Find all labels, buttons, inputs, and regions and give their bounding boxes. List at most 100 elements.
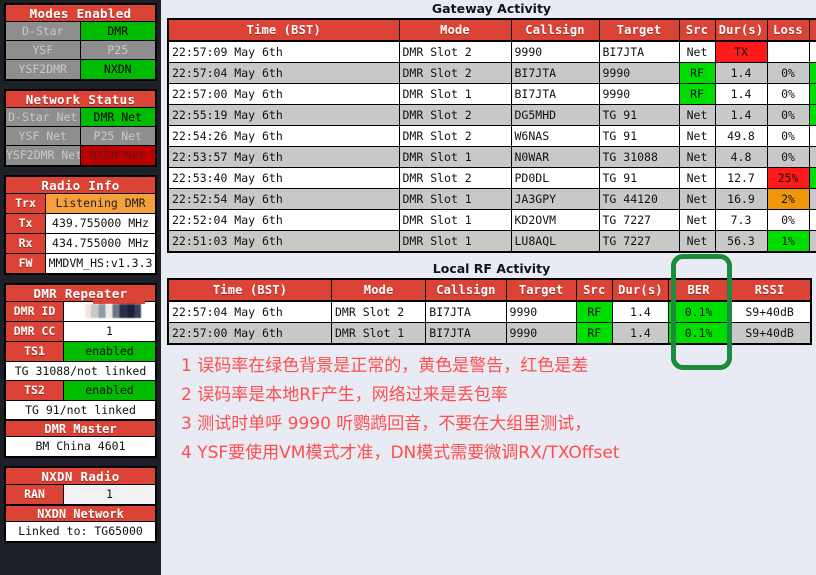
dmr-master-value: BM China 4601 bbox=[6, 437, 155, 456]
cell-ber: 0.1% bbox=[668, 322, 730, 344]
mode-nxdn[interactable]: NXDN bbox=[80, 60, 155, 79]
annotation-note-3: 3 测试时单呼 9990 听鹦鹉回音，不要在大组里测试， bbox=[181, 414, 592, 434]
cell-callsign[interactable]: DG5MHD bbox=[511, 104, 600, 126]
local-rf-col-mode[interactable]: Mode bbox=[331, 279, 427, 302]
cell-mode: DMR Slot 2 bbox=[399, 62, 512, 84]
cell-time: 22:57:04 May 6th bbox=[168, 62, 400, 84]
radio-info-value-rx: 434.755000 MHz bbox=[46, 234, 155, 253]
cell-callsign[interactable]: BI7JTA bbox=[511, 62, 600, 84]
cell-src: Net bbox=[679, 125, 716, 147]
cell-time: 22:54:26 May 6th bbox=[168, 125, 400, 147]
cell-callsign[interactable]: KD2OVM bbox=[511, 209, 600, 231]
local-rf-col-target[interactable]: Target bbox=[506, 279, 577, 302]
cell-dur: 1.4 bbox=[612, 322, 670, 344]
cell-callsign[interactable]: PD0DL bbox=[511, 167, 600, 189]
cell-time: 22:52:54 May 6th bbox=[168, 188, 400, 210]
cell-mode: DMR Slot 1 bbox=[399, 209, 512, 231]
table-row: 22:55:19 May 6th DMR Slot 2 DG5MHD TG 91 Net… bbox=[168, 104, 816, 126]
annotation-note-2: 2 误码率是本地RF产生，网络过来是丢包率 bbox=[181, 385, 508, 405]
cell-src: Net bbox=[679, 209, 716, 231]
cell-target: 9990 bbox=[599, 83, 680, 105]
cell-callsign[interactable]: 9990 bbox=[511, 41, 600, 63]
net-dmr[interactable]: DMR Net bbox=[80, 108, 155, 127]
gateway-col-target[interactable]: Target bbox=[599, 19, 680, 42]
gateway-col-mode[interactable]: Mode bbox=[399, 19, 512, 42]
cell-dur: TX bbox=[715, 41, 768, 63]
cell-mode: DMR Slot 2 bbox=[399, 41, 512, 63]
cell-src: RF bbox=[576, 301, 613, 323]
cell-callsign[interactable]: W6NAS bbox=[511, 125, 600, 147]
cell-time: 22:53:40 May 6th bbox=[168, 167, 400, 189]
cell-dur: 56.3 bbox=[715, 230, 768, 252]
net-ysf[interactable]: YSF Net bbox=[6, 127, 81, 146]
gateway-col-ber[interactable]: BER bbox=[809, 19, 816, 42]
local-rf-col-src[interactable]: Src bbox=[576, 279, 613, 302]
local-rf-col-rssi[interactable]: RSSI bbox=[728, 279, 811, 302]
dmr-master-title: DMR Master bbox=[6, 420, 155, 437]
dmr-cc-value: 1 bbox=[64, 322, 155, 341]
cell-callsign[interactable]: N0WAR bbox=[511, 146, 600, 168]
cell-callsign[interactable]: BI7JTA bbox=[425, 322, 507, 344]
net-ysf2dmr[interactable]: YSF2DMR Net bbox=[6, 146, 81, 165]
gateway-activity-table: Time (BST) Mode Callsign Target Src Dur(… bbox=[167, 18, 816, 253]
gateway-col-src[interactable]: Src bbox=[679, 19, 716, 42]
cell-rssi: S9+40dB bbox=[728, 322, 811, 344]
cell-rssi: S9+40dB bbox=[728, 301, 811, 323]
cell-callsign[interactable]: BI7JTA bbox=[425, 301, 507, 323]
cell-ber: 0.0% bbox=[809, 188, 816, 210]
local-rf-col-dur[interactable]: Dur(s) bbox=[612, 279, 670, 302]
net-dstar[interactable]: D-Star Net bbox=[6, 108, 81, 127]
gateway-header-row: Time (BST) Mode Callsign Target Src Dur(… bbox=[168, 19, 816, 42]
table-row: 22:51:03 May 6th DMR Slot 1 LU8AQL TG 7227 N… bbox=[168, 230, 816, 252]
cell-loss: 2% bbox=[767, 188, 810, 210]
cell-loss bbox=[767, 41, 810, 63]
table-row: 22:57:00 May 6th DMR Slot 1 BI7JTA 9990 RF 1.… bbox=[168, 83, 816, 105]
cell-loss: 0% bbox=[767, 125, 810, 147]
net-nxdn[interactable]: NXDN Net bbox=[80, 146, 155, 165]
mode-ysf2dmr[interactable]: YSF2DMR bbox=[6, 60, 81, 79]
cell-loss: 0% bbox=[767, 104, 810, 126]
annotation-notes: 1 误码率在绿色背景是正常的，黄色是警告，红色是差 2 误码率是本地RF产生，网… bbox=[181, 352, 811, 468]
cell-callsign[interactable]: LU8AQL bbox=[511, 230, 600, 252]
gateway-col-loss[interactable]: Loss bbox=[767, 19, 810, 42]
cell-dur: 16.9 bbox=[715, 188, 768, 210]
cell-mode: DMR Slot 1 bbox=[399, 146, 512, 168]
cell-callsign[interactable]: JA3GPY bbox=[511, 188, 600, 210]
mode-ysf[interactable]: YSF bbox=[6, 41, 81, 60]
panel-dmr-repeater: DMR Repeater DMR ID 4600 DMR CC 1 TS1 en… bbox=[4, 283, 157, 458]
local-rf-col-time[interactable]: Time (BST) bbox=[168, 279, 332, 302]
table-row: 22:57:04 May 6th DMR Slot 2 BI7JTA 9990 RF 1.… bbox=[168, 62, 816, 84]
mode-dstar[interactable]: D-Star bbox=[6, 22, 81, 41]
cell-time: 22:52:04 May 6th bbox=[168, 209, 400, 231]
panel-network-status: Network Status D-Star Net DMR Net YSF Ne… bbox=[4, 89, 157, 167]
local-rf-col-ber[interactable]: BER bbox=[668, 279, 730, 302]
table-row: 22:54:26 May 6th DMR Slot 2 W6NAS TG 91 Net 4… bbox=[168, 125, 816, 147]
gateway-col-callsign[interactable]: Callsign bbox=[511, 19, 600, 42]
cell-target: 9990 bbox=[506, 322, 577, 344]
gateway-col-time[interactable]: Time (BST) bbox=[168, 19, 400, 42]
cell-src: Net bbox=[679, 230, 716, 252]
cell-loss: 0% bbox=[767, 146, 810, 168]
cell-loss: 0% bbox=[767, 83, 810, 105]
gateway-col-dur[interactable]: Dur(s) bbox=[715, 19, 768, 42]
panel-modes-enabled: Modes Enabled D-Star DMR YSF P25 YSF2DMR… bbox=[4, 3, 157, 81]
cell-time: 22:57:09 May 6th bbox=[168, 41, 400, 63]
cell-dur: 4.8 bbox=[715, 146, 768, 168]
cell-time: 22:55:19 May 6th bbox=[168, 104, 400, 126]
panel-title-network-status: Network Status bbox=[6, 91, 155, 108]
mode-p25[interactable]: P25 bbox=[80, 41, 155, 60]
cell-mode: DMR Slot 2 bbox=[399, 104, 512, 126]
local-rf-col-callsign[interactable]: Callsign bbox=[425, 279, 507, 302]
net-p25[interactable]: P25 Net bbox=[80, 127, 155, 146]
mode-dmr[interactable]: DMR bbox=[80, 22, 155, 41]
cell-mode: DMR Slot 2 bbox=[399, 125, 512, 147]
cell-src: Net bbox=[679, 167, 716, 189]
table-row: 22:52:04 May 6th DMR Slot 1 KD2OVM TG 7227 N… bbox=[168, 209, 816, 231]
cell-src: RF bbox=[679, 62, 716, 84]
sidebar: Modes Enabled D-Star DMR YSF P25 YSF2DMR… bbox=[0, 0, 161, 575]
dmr-id-redaction bbox=[85, 304, 141, 318]
cell-callsign[interactable]: BI7JTA bbox=[511, 83, 600, 105]
table-row: 22:57:04 May 6th DMR Slot 2 BI7JTA 9990 RF 1.… bbox=[168, 301, 811, 323]
dmr-ts2-row: TS2 enabled bbox=[6, 381, 155, 401]
cell-target: TG 91 bbox=[599, 104, 680, 126]
